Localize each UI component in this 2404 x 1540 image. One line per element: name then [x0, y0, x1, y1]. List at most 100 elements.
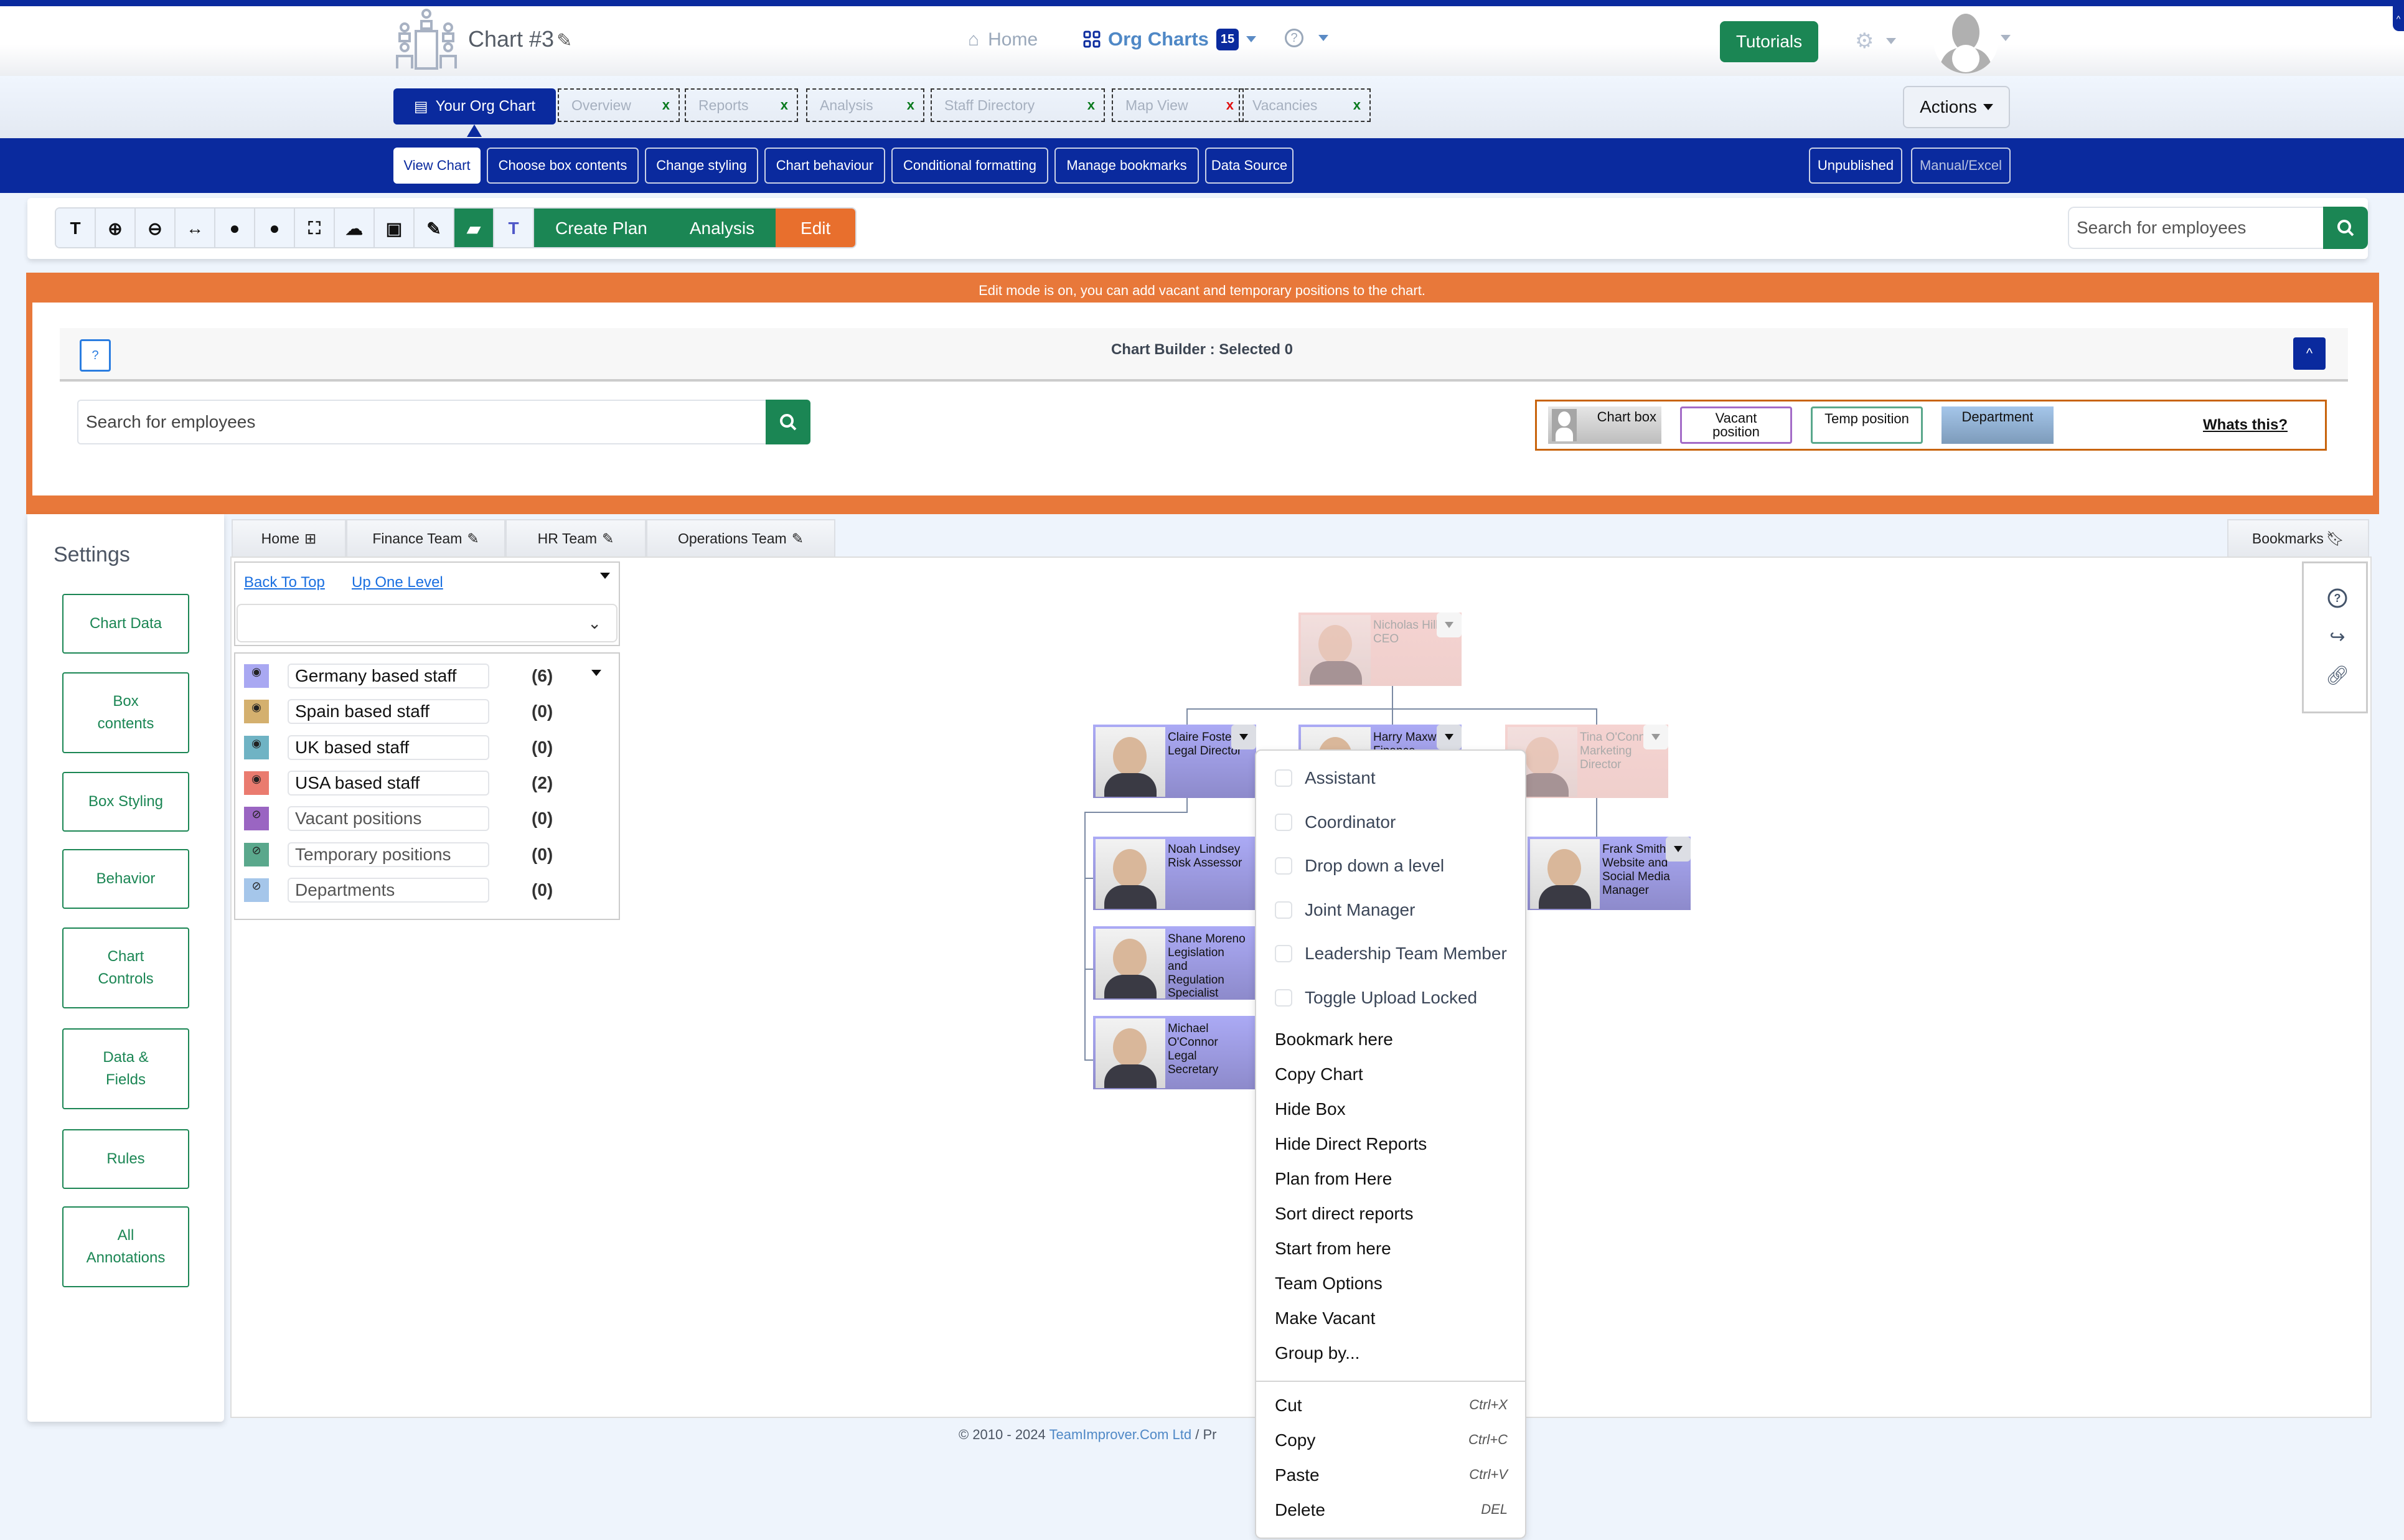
filter-label[interactable]: USA based staff [288, 770, 489, 796]
menu-checkbox-toggle-upload-locked[interactable]: Toggle Upload Locked [1275, 988, 1477, 1008]
close-icon[interactable]: x [907, 97, 914, 113]
back-to-top-link[interactable]: Back To Top [244, 574, 325, 591]
tab-vacancies[interactable]: Vacancies x [1239, 88, 1371, 122]
menu-item-copy-chart[interactable]: Copy Chart [1275, 1064, 1363, 1084]
eye-icon[interactable]: ◉ [244, 771, 269, 795]
subnav-conditional-formatting[interactable]: Conditional formatting [891, 148, 1048, 184]
tab-your-org-chart[interactable]: ▤ Your Org Chart [393, 88, 556, 137]
text-size-icon[interactable]: T [56, 209, 96, 247]
menu-item-make-vacant[interactable]: Make Vacant [1275, 1308, 1375, 1328]
menu-checkbox-coordinator[interactable]: Coordinator [1275, 812, 1396, 832]
checkbox[interactable] [1275, 945, 1292, 963]
menu-item-hide-box[interactable]: Hide Box [1275, 1099, 1346, 1119]
subnav-change-styling[interactable]: Change styling [645, 148, 758, 184]
org-box-noah-lindsey[interactable]: Noah Lindsey Risk Assessor [1093, 837, 1256, 910]
teams-icon[interactable]: T [494, 209, 534, 247]
chart-title[interactable]: Chart #3 ✎ [468, 26, 572, 52]
settings-behavior[interactable]: Behavior [62, 849, 189, 909]
collapse-button[interactable]: ^ [2293, 337, 2326, 370]
menu-checkbox-assistant[interactable]: Assistant [1275, 768, 1376, 788]
zoom-in-icon[interactable]: ⊕ [96, 209, 136, 247]
legend-vacant-position[interactable]: Vacant position [1680, 406, 1792, 444]
org-box-michael-oconnor[interactable]: Michael O'Connor Legal Secretary [1093, 1016, 1256, 1089]
pencil-icon[interactable]: ✎ [556, 31, 572, 51]
filter-label[interactable]: Departments [288, 877, 489, 903]
tab-overview[interactable]: Overview x [558, 88, 680, 122]
legend-temp-position[interactable]: Temp position [1811, 406, 1923, 444]
paintbrush-icon[interactable]: ✎ [415, 209, 454, 247]
menu-item-cut[interactable]: Cut Ctrl+X [1275, 1396, 1508, 1416]
box-menu-button[interactable] [1666, 837, 1691, 862]
edit-button[interactable]: Edit [776, 209, 856, 247]
publish-status-button[interactable]: Unpublished [1809, 148, 1902, 184]
org-box-shane-moreno[interactable]: Shane Moreno Legislation and Regulation S… [1093, 926, 1256, 1000]
help-icon[interactable]: ? [2326, 587, 2349, 609]
collapse-icon[interactable]: ● [255, 209, 295, 247]
tab-reports[interactable]: Reports x [685, 88, 798, 122]
box-menu-button[interactable] [1643, 725, 1668, 749]
chevron-down-icon[interactable] [2001, 35, 2011, 41]
eye-icon[interactable]: ◉ [244, 735, 269, 759]
tab-staff-directory[interactable]: Staff Directory x [931, 88, 1105, 122]
tab-map-view[interactable]: Map View x [1112, 88, 1244, 122]
filter-label[interactable]: UK based staff [288, 735, 489, 760]
menu-item-sort-direct-reports[interactable]: Sort direct reports [1275, 1204, 1414, 1224]
menu-item-plan-from-here[interactable]: Plan from Here [1275, 1169, 1392, 1189]
scroll-up-button[interactable]: ^ [2393, 6, 2404, 31]
nav-org-charts[interactable]: Org Charts 15 [1083, 28, 1257, 50]
menu-checkbox-joint-manager[interactable]: Joint Manager [1275, 900, 1415, 920]
link-icon[interactable]: 🔗︎ [2326, 664, 2349, 687]
filter-label[interactable]: Germany based staff [288, 664, 489, 688]
search-input[interactable] [2068, 207, 2323, 249]
filter-label[interactable]: Vacant positions [288, 806, 489, 832]
close-icon[interactable]: x [1226, 97, 1234, 113]
subnav-data-source[interactable]: Data Source [1205, 148, 1294, 184]
comment-icon[interactable]: ▰ [454, 209, 494, 247]
subnav-manage-bookmarks[interactable]: Manage bookmarks [1054, 148, 1199, 184]
close-icon[interactable]: x [781, 97, 788, 113]
settings-all-annotations[interactable]: All Annotations [62, 1206, 189, 1287]
menu-item-paste[interactable]: Paste Ctrl+V [1275, 1465, 1508, 1485]
menu-item-copy[interactable]: Copy Ctrl+C [1275, 1430, 1508, 1450]
bookmarks-tab[interactable]: Bookmarks 🔖︎ [2227, 519, 2369, 556]
team-tab-hr-team[interactable]: HR Team ✎ [505, 519, 646, 556]
tab-analysis[interactable]: Analysis x [806, 88, 924, 122]
excel-export-icon[interactable]: ▣ [375, 209, 415, 247]
team-tab-finance-team[interactable]: Finance Team ✎ [346, 519, 505, 556]
create-plan-button[interactable]: Create Plan [534, 209, 669, 247]
org-box-claire-foster[interactable]: Claire Foster Legal Director [1093, 725, 1256, 798]
org-box-frank-smith[interactable]: Frank Smith Website and Social Media Mana… [1528, 837, 1691, 910]
up-one-level-link[interactable]: Up One Level [352, 574, 443, 591]
checkbox[interactable] [1275, 901, 1292, 919]
box-menu-button[interactable] [1231, 725, 1256, 749]
subnav-view-chart[interactable]: View Chart [393, 148, 481, 184]
builder-search-button[interactable] [766, 400, 810, 444]
subnav-choose-box-contents[interactable]: Choose box contents [487, 148, 639, 184]
subnav-chart-behaviour[interactable]: Chart behaviour [764, 148, 885, 184]
menu-item-group-by[interactable]: Group by... [1275, 1343, 1359, 1363]
help-menu[interactable]: ? [1285, 29, 1328, 47]
settings-data-fields[interactable]: Data & Fields [62, 1028, 189, 1109]
fit-width-icon[interactable]: ↔ [176, 209, 215, 247]
checkbox[interactable] [1275, 989, 1292, 1007]
team-tab-operations-team[interactable]: Operations Team ✎ [646, 519, 835, 556]
eye-slash-icon[interactable]: ⊘ [244, 807, 269, 831]
whats-this-link[interactable]: Whats this? [2203, 416, 2288, 434]
close-icon[interactable]: x [1087, 97, 1095, 113]
org-box-nicholas-hill[interactable]: Nicholas Hill CEO [1298, 613, 1462, 686]
settings-chart-data[interactable]: Chart Data [62, 594, 189, 654]
actions-dropdown[interactable]: Actions [1903, 86, 2010, 128]
user-avatar[interactable] [1933, 9, 1998, 73]
checkbox[interactable] [1275, 769, 1292, 787]
nav-home[interactable]: ⌂ Home [968, 29, 1038, 50]
menu-item-bookmark-here[interactable]: Bookmark here [1275, 1030, 1393, 1049]
filter-label[interactable]: Temporary positions [288, 842, 489, 867]
filter-label[interactable]: Spain based staff [288, 699, 489, 725]
org-box-tina-oconnor[interactable]: Tina O'Connor Marketing Director [1505, 725, 1668, 798]
expand-icon[interactable]: ● [215, 209, 255, 247]
org-chart-logo-icon[interactable] [392, 9, 461, 71]
builder-search-input[interactable] [77, 400, 766, 444]
settings-box-contents[interactable]: Box contents [62, 672, 189, 753]
box-menu-button[interactable] [1437, 725, 1462, 749]
legend-department[interactable]: Department [1942, 406, 2054, 444]
